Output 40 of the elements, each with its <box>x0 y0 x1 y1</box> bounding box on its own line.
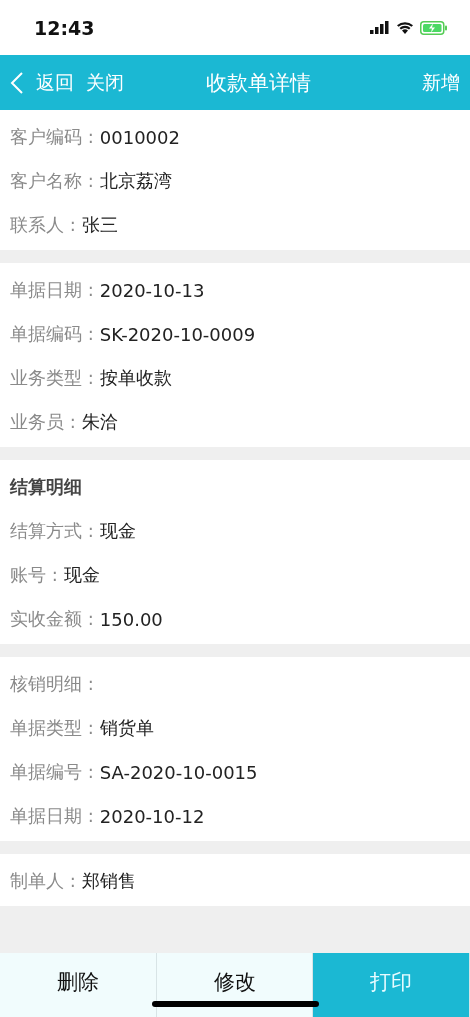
field-value: 张三 <box>81 213 118 237</box>
field-value: SA-2020-10-0015 <box>99 761 258 783</box>
field-label: 实收金额 : <box>10 607 94 631</box>
field-label: 客户编码 : <box>10 125 94 149</box>
field-label: 业务员 : <box>10 410 76 434</box>
page-title: 收款单详情 <box>204 69 312 97</box>
field-label: 单据日期 : <box>10 278 94 302</box>
status-time: 12:43 <box>34 16 95 39</box>
field-label: 单据编号 : <box>10 760 94 784</box>
field-value: 现金 <box>63 563 100 587</box>
battery-icon <box>420 20 448 35</box>
field-value: 0010002 <box>99 126 180 148</box>
field-label: 制单人 : <box>10 869 76 893</box>
action-button[interactable]: 打印 <box>313 953 470 1017</box>
field-value: 150.00 <box>99 608 163 630</box>
field-value: 郑销售 <box>81 869 136 893</box>
section-caption: 核销明细 : <box>10 672 94 696</box>
field-label: 账号 : <box>10 563 58 587</box>
wifi-icon <box>396 21 414 34</box>
field-value: 北京荔湾 <box>99 169 172 193</box>
field-label: 结算方式 : <box>10 519 94 543</box>
field-label: 单据类型 : <box>10 716 94 740</box>
field-value: 朱洽 <box>81 410 118 434</box>
field-label: 业务类型 : <box>10 366 94 390</box>
add-link[interactable]: 新增 <box>422 69 460 96</box>
field-label: 联系人 : <box>10 213 76 237</box>
field-label: 单据日期 : <box>10 804 94 828</box>
field-value: 2020-10-12 <box>99 805 205 827</box>
field-label: 客户名称 : <box>10 169 94 193</box>
field-value: SK-2020-10-0009 <box>99 323 256 345</box>
field-value: 销货单 <box>99 716 154 740</box>
signal-icon <box>370 21 390 34</box>
field-value: 现金 <box>99 519 136 543</box>
section-heading: 结算明细 <box>10 475 82 499</box>
back-link[interactable]: 返回 <box>36 69 74 96</box>
close-link[interactable]: 关闭 <box>86 69 124 96</box>
field-value: 2020-10-13 <box>99 279 205 301</box>
field-value: 按单收款 <box>99 366 172 390</box>
back-icon[interactable] <box>10 70 24 95</box>
field-label: 单据编码 : <box>10 322 94 346</box>
